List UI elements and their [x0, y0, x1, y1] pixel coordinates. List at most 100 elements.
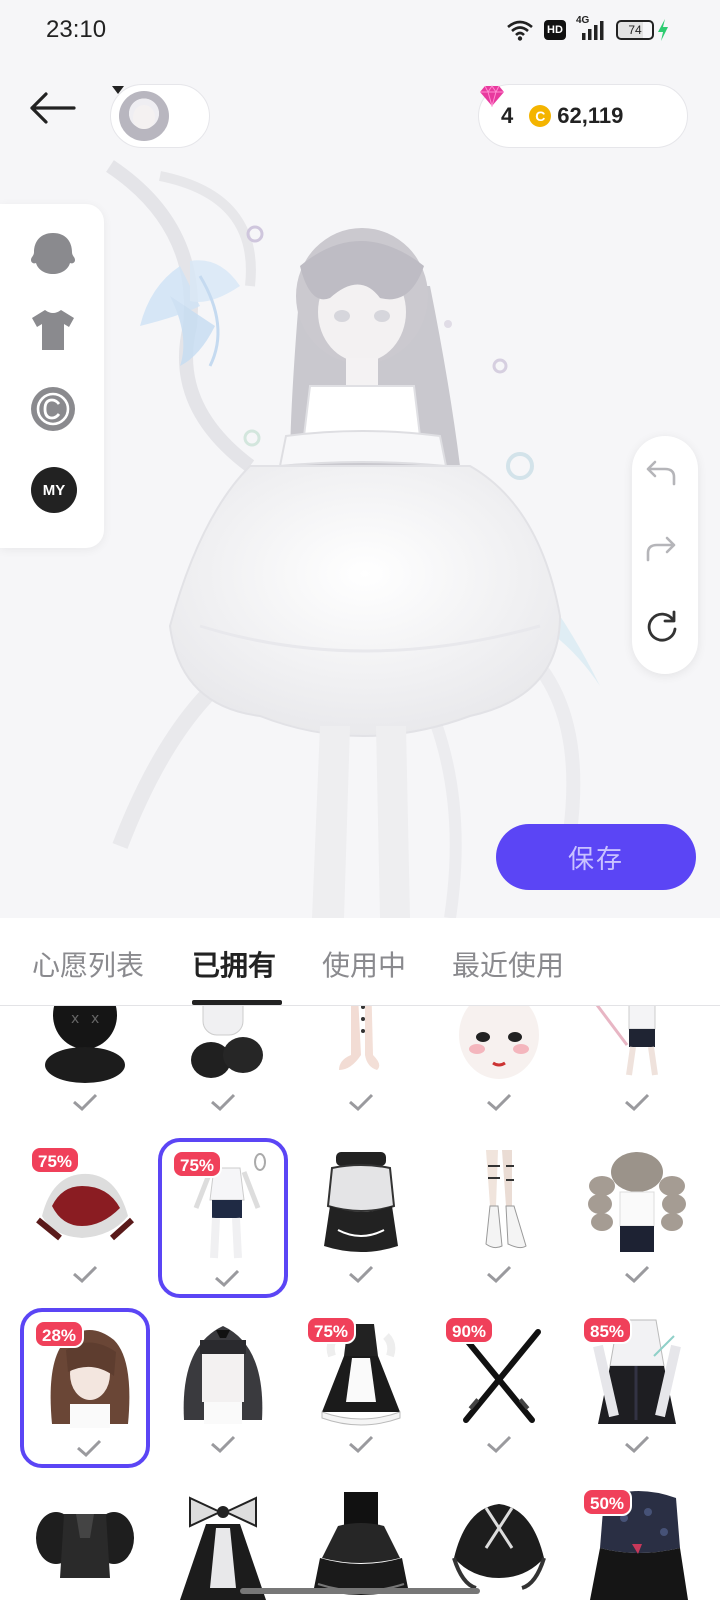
- status-icons: HD 4G 74: [506, 15, 670, 42]
- item-thumbnail-twin-drill-hair: [584, 1146, 690, 1258]
- head-icon: [31, 233, 75, 274]
- check-icon: [73, 1265, 98, 1284]
- coin-icon: C: [529, 105, 552, 127]
- tab-owned[interactable]: 已拥有: [192, 944, 276, 984]
- currency-box[interactable]: 4 C 62,119: [478, 84, 688, 148]
- save-button[interactable]: 保存: [496, 824, 696, 890]
- copyright-icon: [31, 387, 75, 431]
- item-tile[interactable]: 85%: [572, 1308, 702, 1468]
- check-icon: [349, 1265, 374, 1284]
- item-tile[interactable]: [434, 1006, 564, 1126]
- item-thumbnail-doll-face: [446, 1006, 552, 1086]
- check-icon: [211, 1093, 236, 1112]
- tab-recent[interactable]: 最近使用: [452, 944, 564, 984]
- item-thumbnail-fluffy-boots: [170, 1006, 276, 1086]
- check-icon: [349, 1093, 374, 1112]
- item-tile-selected[interactable]: 75%: [158, 1138, 288, 1298]
- check-icon: [487, 1265, 512, 1284]
- tab-in-use[interactable]: 使用中: [322, 944, 406, 984]
- tab-wishlist[interactable]: 心愿列表: [32, 944, 144, 984]
- battery-icon: 74: [616, 20, 654, 40]
- redo-icon: [646, 536, 676, 562]
- signal-icon: 4G: [576, 15, 606, 41]
- charging-icon: [658, 19, 668, 41]
- item-tile-selected[interactable]: 28%: [20, 1308, 150, 1468]
- item-tile[interactable]: [434, 1138, 564, 1298]
- check-icon: [77, 1439, 102, 1458]
- category-panel: MY: [0, 204, 104, 548]
- reset-icon: [647, 610, 677, 642]
- hd-icon: HD: [544, 20, 566, 40]
- discount-badge: 75%: [30, 1146, 81, 1174]
- wifi-icon: [507, 20, 533, 41]
- item-thumbnail-black-tiered-skirt: [308, 1488, 414, 1600]
- check-icon: [349, 1435, 374, 1454]
- gem-icon: [480, 85, 504, 107]
- check-icon: [625, 1435, 650, 1454]
- category-copyright[interactable]: [30, 386, 78, 434]
- arrow-left-icon: [30, 92, 76, 124]
- item-tile[interactable]: [158, 1480, 288, 1600]
- avatar-switch-button[interactable]: [110, 84, 210, 148]
- item-tile[interactable]: [572, 1138, 702, 1298]
- redo-button[interactable]: [645, 536, 685, 576]
- discount-badge: 90%: [444, 1316, 495, 1344]
- item-tile[interactable]: [434, 1480, 564, 1600]
- item-thumbnail-black-puff-top: [32, 1488, 138, 1600]
- undo-button[interactable]: [645, 460, 685, 500]
- discount-badge: 85%: [582, 1316, 633, 1344]
- back-button[interactable]: [28, 92, 84, 142]
- check-icon: [215, 1269, 240, 1288]
- svg-text:x: x: [71, 1011, 79, 1027]
- item-tile[interactable]: 90%: [434, 1308, 564, 1468]
- discount-badge: 75%: [172, 1150, 223, 1178]
- category-head[interactable]: [30, 230, 78, 278]
- check-icon: [487, 1435, 512, 1454]
- item-thumbnail-laced-stockings: [308, 1006, 414, 1086]
- check-icon: [73, 1093, 98, 1112]
- caret-down-icon: [112, 86, 124, 94]
- item-grid: xx 75% 75% 28% 75% 90% 85% 50%: [0, 1006, 720, 1600]
- reset-button[interactable]: [645, 610, 685, 650]
- tab-active-indicator: [192, 1000, 282, 1005]
- item-thumbnail-skeleton-leg: [446, 1146, 552, 1258]
- discount-badge: 50%: [582, 1488, 633, 1516]
- check-icon: [211, 1435, 236, 1454]
- status-time: 23:10: [46, 16, 107, 43]
- status-bar: 23:10 HD 4G 74: [0, 0, 720, 66]
- tab-bar: 心愿列表 已拥有 使用中 最近使用: [0, 918, 720, 1006]
- check-icon: [487, 1093, 512, 1112]
- item-tile[interactable]: xx: [20, 1006, 150, 1126]
- item-thumbnail-black-plush: xx: [32, 1006, 138, 1086]
- item-thumbnail-black-lace-cape: [446, 1488, 552, 1600]
- tshirt-icon: [32, 310, 74, 350]
- check-icon: [625, 1265, 650, 1284]
- check-icon: [625, 1093, 650, 1112]
- item-thumbnail-black-hime-hair: [170, 1316, 276, 1428]
- my-badge: MY: [31, 467, 77, 513]
- item-thumbnail-bow-gothic-dress: [170, 1488, 276, 1600]
- discount-badge: 28%: [34, 1320, 85, 1348]
- avatar-stage[interactable]: 4 C 62,119 MY 保存: [0, 66, 720, 918]
- avatar-thumbnail: [119, 91, 169, 141]
- avatar-figure: [106, 160, 600, 918]
- item-tile[interactable]: [296, 1006, 426, 1126]
- coin-count: 62,119: [557, 103, 624, 128]
- svg-text:x: x: [91, 1011, 99, 1027]
- item-tile[interactable]: 50%: [572, 1480, 702, 1600]
- home-indicator[interactable]: [240, 1588, 480, 1594]
- category-outfit[interactable]: [30, 308, 78, 356]
- discount-badge: 75%: [306, 1316, 357, 1344]
- item-tile[interactable]: [20, 1480, 150, 1600]
- item-tile[interactable]: [296, 1138, 426, 1298]
- item-tile[interactable]: 75%: [296, 1308, 426, 1468]
- item-tile[interactable]: [296, 1480, 426, 1600]
- item-tile[interactable]: [572, 1006, 702, 1126]
- category-my[interactable]: MY: [30, 466, 78, 514]
- item-thumbnail-black-corset: [308, 1146, 414, 1258]
- item-thumbnail-cropped-outfit: [584, 1006, 690, 1086]
- item-tile[interactable]: 75%: [20, 1138, 150, 1298]
- item-tile[interactable]: [158, 1308, 288, 1468]
- undo-icon: [646, 460, 676, 486]
- item-tile[interactable]: [158, 1006, 288, 1126]
